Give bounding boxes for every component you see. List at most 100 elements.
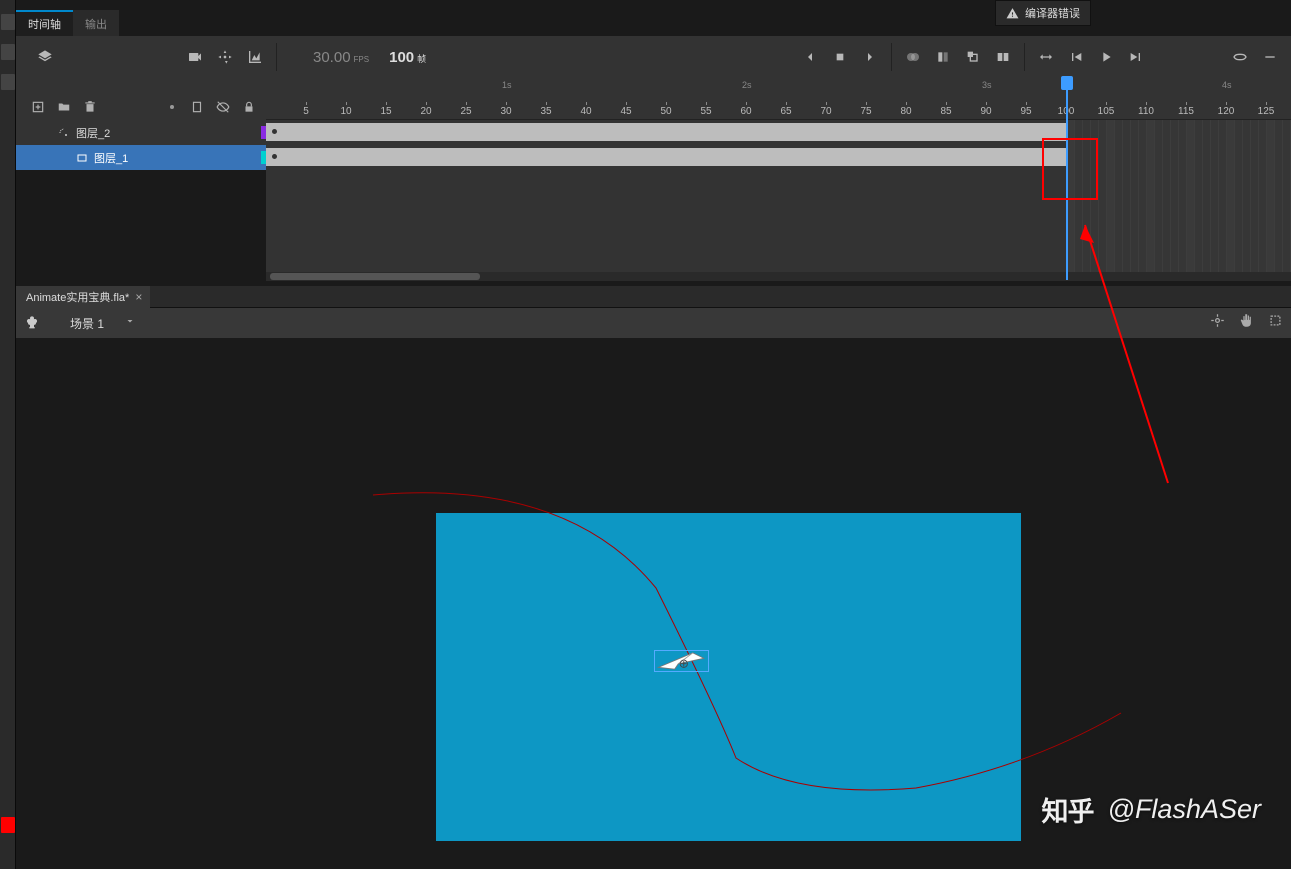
keyframe-dot	[272, 129, 277, 134]
edit-multiple-icon[interactable]	[962, 46, 984, 68]
tool-active[interactable]	[1, 817, 15, 833]
onion-skin-icon[interactable]	[902, 46, 924, 68]
tools-sidebar	[0, 0, 16, 869]
marker-icon[interactable]	[992, 46, 1014, 68]
tool-slot[interactable]	[1, 14, 15, 30]
document-tab[interactable]: Animate实用宝典.fla* ×	[16, 286, 150, 308]
visibility-column-icon[interactable]	[213, 98, 233, 116]
track-row[interactable]	[266, 120, 1291, 145]
keyframe-dot	[272, 154, 277, 159]
frame-count-label: 帧	[417, 52, 426, 65]
ruler-frame-label: 50	[660, 106, 671, 117]
onion-outline-icon[interactable]	[932, 46, 954, 68]
next-keyframe-icon[interactable]	[859, 46, 881, 68]
scene-name[interactable]: 场景 1	[70, 315, 104, 332]
warning-icon	[1006, 7, 1019, 20]
outline-column-icon[interactable]	[187, 98, 207, 116]
scrollbar-thumb[interactable]	[270, 273, 480, 280]
ruler-frame-label: 125	[1258, 106, 1275, 117]
graph-icon[interactable]	[244, 46, 266, 68]
ruler-frame-label: 70	[820, 106, 831, 117]
new-folder-button[interactable]	[54, 98, 74, 116]
frame-count-display[interactable]: 100 帧	[389, 49, 426, 66]
edit-scene-icon[interactable]	[24, 315, 40, 331]
clip-stage-icon[interactable]	[1268, 313, 1283, 333]
step-forward-icon[interactable]	[1125, 46, 1147, 68]
ruler-frame-label: 30	[500, 106, 511, 117]
step-back-icon[interactable]	[1065, 46, 1087, 68]
tool-slot[interactable]	[1, 44, 15, 60]
ruler-second-label: 4s	[1222, 80, 1232, 90]
ruler-frame-label: 10	[340, 106, 351, 117]
layers-toggle-icon[interactable]	[34, 46, 56, 68]
rig-icon[interactable]	[214, 46, 236, 68]
hand-tool-icon[interactable]	[1239, 313, 1254, 333]
ruler-frame-label: 80	[900, 106, 911, 117]
stage-canvas[interactable]	[436, 513, 1021, 841]
frame-span[interactable]	[266, 123, 1066, 141]
ruler-frame-label: 85	[940, 106, 951, 117]
ruler-second-label: 2s	[742, 80, 752, 90]
layer-row-guide[interactable]: 图层_2	[16, 120, 266, 145]
ruler-frame-label: 25	[460, 106, 471, 117]
ruler-frame-label: 60	[740, 106, 751, 117]
highlight-column-icon[interactable]	[170, 105, 174, 109]
ruler-frame-label: 75	[860, 106, 871, 117]
ruler-frame-label: 115	[1178, 106, 1194, 117]
divider	[1024, 43, 1025, 71]
playhead-handle[interactable]	[1061, 76, 1073, 90]
layers-header	[16, 78, 266, 120]
compile-error-notice[interactable]: 编译器错误	[995, 0, 1091, 26]
center-stage-icon[interactable]	[1210, 313, 1225, 333]
delete-layer-button[interactable]	[80, 98, 100, 116]
layer-name: 图层_1	[94, 150, 128, 166]
document-filename: Animate实用宝典.fla*	[26, 289, 129, 305]
timeline-toolbar: 30.00 FPS 100 帧	[16, 36, 1291, 78]
ruler-frame-label: 20	[420, 106, 431, 117]
frame-count-value: 100	[389, 49, 414, 66]
loop-icon[interactable]	[1035, 46, 1057, 68]
divider	[891, 43, 892, 71]
fit-icon[interactable]	[1229, 46, 1251, 68]
play-icon[interactable]	[1095, 46, 1117, 68]
ruler-frame-label: 120	[1218, 106, 1235, 117]
frame-span[interactable]	[266, 148, 1066, 166]
watermark-handle: @FlashASer	[1108, 794, 1261, 825]
ruler-frame-label: 90	[980, 106, 991, 117]
guide-layer-icon	[56, 127, 72, 139]
fps-value: 30.00	[313, 49, 351, 66]
tab-timeline[interactable]: 时间轴	[16, 10, 73, 36]
scene-dropdown-icon[interactable]	[124, 314, 136, 332]
camera-icon[interactable]	[184, 46, 206, 68]
layer-name: 图层_2	[76, 125, 110, 141]
timeline-zoom-controls	[1225, 36, 1285, 78]
timeline-ruler[interactable]: 1s2s3s4s51015202530354045505560657075808…	[266, 78, 1291, 120]
close-tab-icon[interactable]: ×	[135, 290, 142, 304]
layers-list: 图层_2 图层_1	[16, 120, 266, 170]
track-row[interactable]	[266, 145, 1291, 170]
ruler-frame-label: 5	[303, 106, 309, 117]
ruler-frame-label: 105	[1098, 106, 1115, 117]
tab-output[interactable]: 输出	[73, 10, 119, 36]
ruler-second-label: 1s	[502, 80, 512, 90]
stop-icon[interactable]	[829, 46, 851, 68]
ruler-frame-label: 35	[540, 106, 551, 117]
fps-display[interactable]: 30.00 FPS	[313, 49, 369, 66]
layer-column-headers	[170, 98, 266, 116]
divider	[276, 43, 277, 71]
lock-column-icon[interactable]	[239, 98, 259, 116]
ruler-frame-label: 55	[700, 106, 711, 117]
watermark: 知乎 @FlashASer	[1042, 790, 1261, 829]
layer-row-normal[interactable]: 图层_1	[16, 145, 266, 170]
watermark-site: 知乎	[1042, 790, 1094, 829]
error-label: 编译器错误	[1025, 5, 1080, 21]
new-layer-button[interactable]	[28, 98, 48, 116]
tool-slot[interactable]	[1, 74, 15, 90]
ruler-frame-label: 15	[380, 106, 391, 117]
fps-label: FPS	[354, 55, 370, 64]
ruler-frame-label: 95	[1020, 106, 1031, 117]
prev-keyframe-icon[interactable]	[799, 46, 821, 68]
paper-plane-symbol[interactable]	[654, 650, 709, 672]
ruler-frame-label: 65	[780, 106, 791, 117]
zoom-out-icon[interactable]	[1259, 46, 1281, 68]
